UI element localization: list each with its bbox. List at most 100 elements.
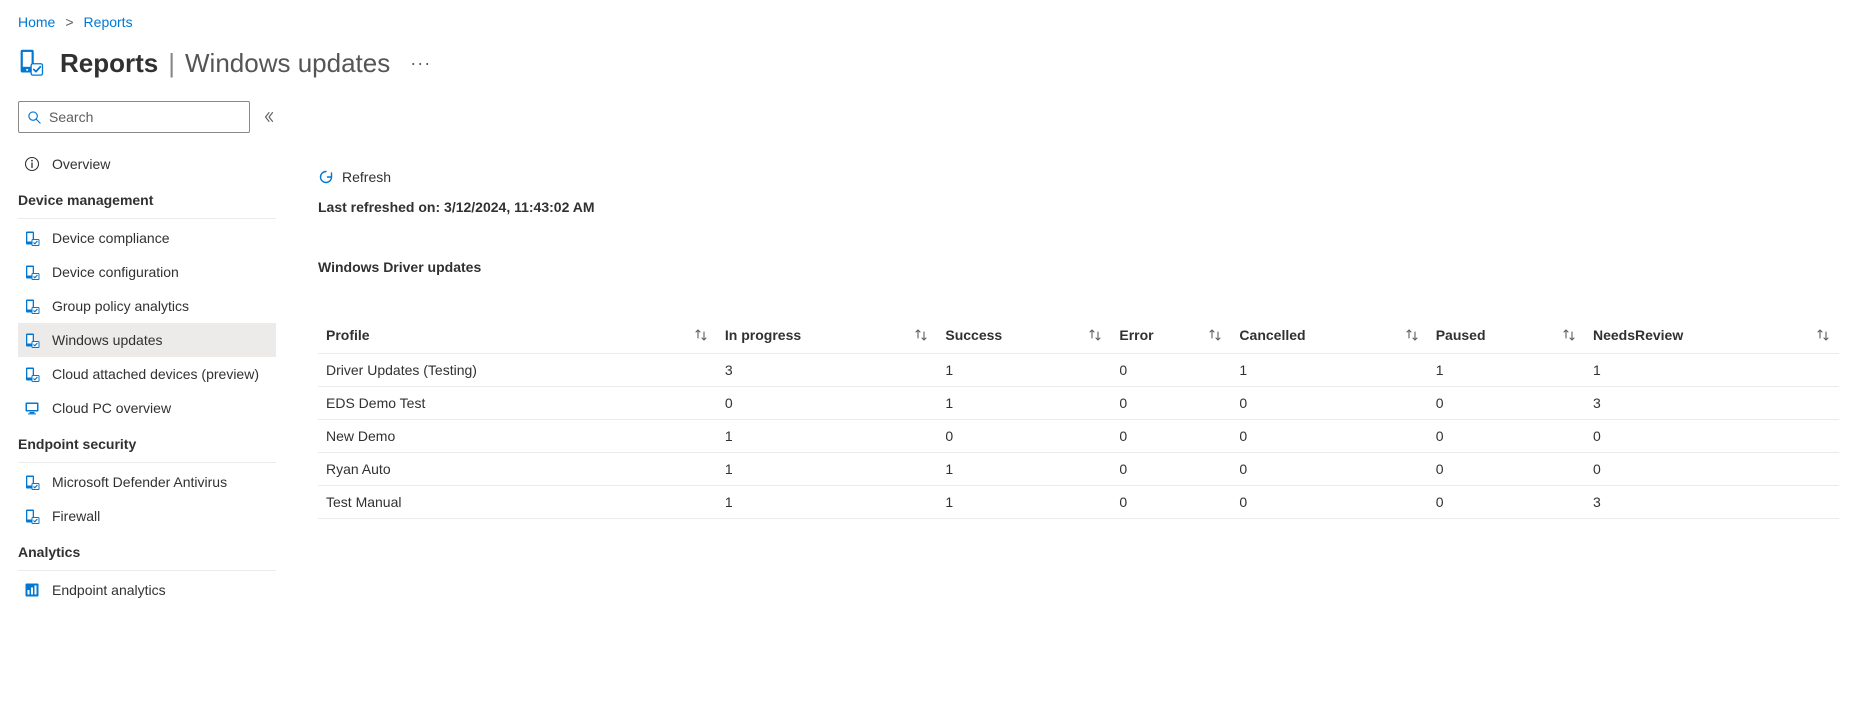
- table-cell: 1: [1231, 354, 1427, 387]
- sidebar-item-cloud-pc-overview[interactable]: Cloud PC overview: [18, 391, 276, 425]
- sidebar-item-label: Device configuration: [52, 264, 179, 280]
- table-cell: 0: [1231, 486, 1427, 519]
- column-header[interactable]: Success: [937, 317, 1111, 354]
- sidebar-item-overview[interactable]: Overview: [18, 147, 276, 181]
- table-row[interactable]: New Demo100000: [318, 420, 1839, 453]
- search-box[interactable]: [18, 101, 250, 133]
- table-cell: 1: [937, 354, 1111, 387]
- table-cell: 0: [1585, 420, 1839, 453]
- column-header[interactable]: NeedsReview: [1585, 317, 1839, 354]
- last-refreshed-value: 3/12/2024, 11:43:02 AM: [444, 199, 594, 215]
- sidebar-item-cloud-attached[interactable]: Cloud attached devices (preview): [18, 357, 276, 391]
- table-cell: 0: [1111, 453, 1231, 486]
- table-cell: 0: [1111, 387, 1231, 420]
- sort-icon[interactable]: [913, 327, 929, 343]
- sidebar: Overview Device management Device compli…: [18, 101, 276, 607]
- sort-icon[interactable]: [1087, 327, 1103, 343]
- breadcrumb-home[interactable]: Home: [18, 14, 55, 30]
- table-row[interactable]: Test Manual110003: [318, 486, 1839, 519]
- more-actions-button[interactable]: ···: [404, 53, 437, 74]
- device-icon: [24, 332, 40, 348]
- table-cell: 1: [937, 387, 1111, 420]
- column-header[interactable]: Profile: [318, 317, 717, 354]
- table-row[interactable]: Driver Updates (Testing)310111: [318, 354, 1839, 387]
- page-header: Reports | Windows updates ···: [18, 48, 1863, 79]
- table-cell: 1: [1428, 354, 1585, 387]
- page-title-separator: |: [168, 48, 175, 79]
- sort-icon[interactable]: [693, 327, 709, 343]
- table-cell: 1: [937, 453, 1111, 486]
- breadcrumb-separator: >: [65, 14, 73, 30]
- table-cell: 0: [1111, 486, 1231, 519]
- device-icon: [24, 230, 40, 246]
- breadcrumb: Home > Reports: [18, 14, 1863, 30]
- device-icon: [24, 474, 40, 490]
- table-row[interactable]: Ryan Auto110000: [318, 453, 1839, 486]
- sidebar-item-defender[interactable]: Microsoft Defender Antivirus: [18, 465, 276, 499]
- sidebar-item-label: Group policy analytics: [52, 298, 189, 314]
- table-cell: 1: [1585, 354, 1839, 387]
- sort-icon[interactable]: [1815, 327, 1831, 343]
- table-cell: 0: [1585, 453, 1839, 486]
- table-cell: 1: [937, 486, 1111, 519]
- chart-icon: [24, 582, 40, 598]
- sidebar-item-endpoint-analytics[interactable]: Endpoint analytics: [18, 573, 276, 607]
- sidebar-item-label: Firewall: [52, 508, 100, 524]
- column-header[interactable]: Paused: [1428, 317, 1585, 354]
- table-cell: 0: [1428, 420, 1585, 453]
- table-cell: 3: [717, 354, 937, 387]
- breadcrumb-reports[interactable]: Reports: [84, 14, 133, 30]
- sidebar-section-analytics: Analytics: [18, 533, 276, 571]
- table-cell: 0: [1111, 420, 1231, 453]
- column-header[interactable]: In progress: [717, 317, 937, 354]
- sidebar-item-firewall[interactable]: Firewall: [18, 499, 276, 533]
- table-cell: 1: [717, 420, 937, 453]
- table-cell: 0: [717, 387, 937, 420]
- sidebar-item-windows-updates[interactable]: Windows updates: [18, 323, 276, 357]
- sidebar-item-device-compliance[interactable]: Device compliance: [18, 221, 276, 255]
- main-content: Refresh Last refreshed on: 3/12/2024, 11…: [276, 101, 1863, 607]
- table-cell: 0: [1428, 486, 1585, 519]
- column-header-label: Paused: [1436, 327, 1486, 343]
- sidebar-item-group-policy-analytics[interactable]: Group policy analytics: [18, 289, 276, 323]
- column-header[interactable]: Cancelled: [1231, 317, 1427, 354]
- table-row[interactable]: EDS Demo Test010003: [318, 387, 1839, 420]
- page-subtitle: Windows updates: [185, 48, 390, 79]
- table-cell: New Demo: [318, 420, 717, 453]
- refresh-icon: [318, 169, 334, 185]
- device-icon: [24, 298, 40, 314]
- monitor-icon: [24, 400, 40, 416]
- sort-icon[interactable]: [1561, 327, 1577, 343]
- refresh-label: Refresh: [342, 169, 391, 185]
- refresh-button[interactable]: Refresh: [318, 157, 1839, 197]
- table-cell: 3: [1585, 387, 1839, 420]
- sidebar-item-label: Cloud PC overview: [52, 400, 171, 416]
- sort-icon[interactable]: [1404, 327, 1420, 343]
- info-icon: [24, 156, 40, 172]
- sidebar-item-device-configuration[interactable]: Device configuration: [18, 255, 276, 289]
- table-cell: Test Manual: [318, 486, 717, 519]
- table-cell: 0: [1231, 420, 1427, 453]
- device-icon: [24, 366, 40, 382]
- section-subheading: Windows Driver updates: [318, 259, 1839, 275]
- column-header[interactable]: Error: [1111, 317, 1231, 354]
- sidebar-item-label: Device compliance: [52, 230, 170, 246]
- table-cell: EDS Demo Test: [318, 387, 717, 420]
- column-header-label: NeedsReview: [1593, 327, 1683, 343]
- table-cell: Ryan Auto: [318, 453, 717, 486]
- table-cell: 0: [1428, 387, 1585, 420]
- column-header-label: Error: [1119, 327, 1153, 343]
- last-refreshed: Last refreshed on: 3/12/2024, 11:43:02 A…: [318, 199, 1839, 215]
- sidebar-item-label: Endpoint analytics: [52, 582, 166, 598]
- table-cell: 3: [1585, 486, 1839, 519]
- sort-icon[interactable]: [1207, 327, 1223, 343]
- device-icon: [24, 264, 40, 280]
- collapse-sidebar-button[interactable]: [262, 110, 276, 124]
- column-header-label: Cancelled: [1239, 327, 1305, 343]
- sidebar-item-label: Microsoft Defender Antivirus: [52, 474, 227, 490]
- table-cell: 0: [1231, 453, 1427, 486]
- sidebar-item-label: Windows updates: [52, 332, 163, 348]
- device-icon: [24, 508, 40, 524]
- table-cell: 0: [1428, 453, 1585, 486]
- search-input[interactable]: [49, 109, 241, 125]
